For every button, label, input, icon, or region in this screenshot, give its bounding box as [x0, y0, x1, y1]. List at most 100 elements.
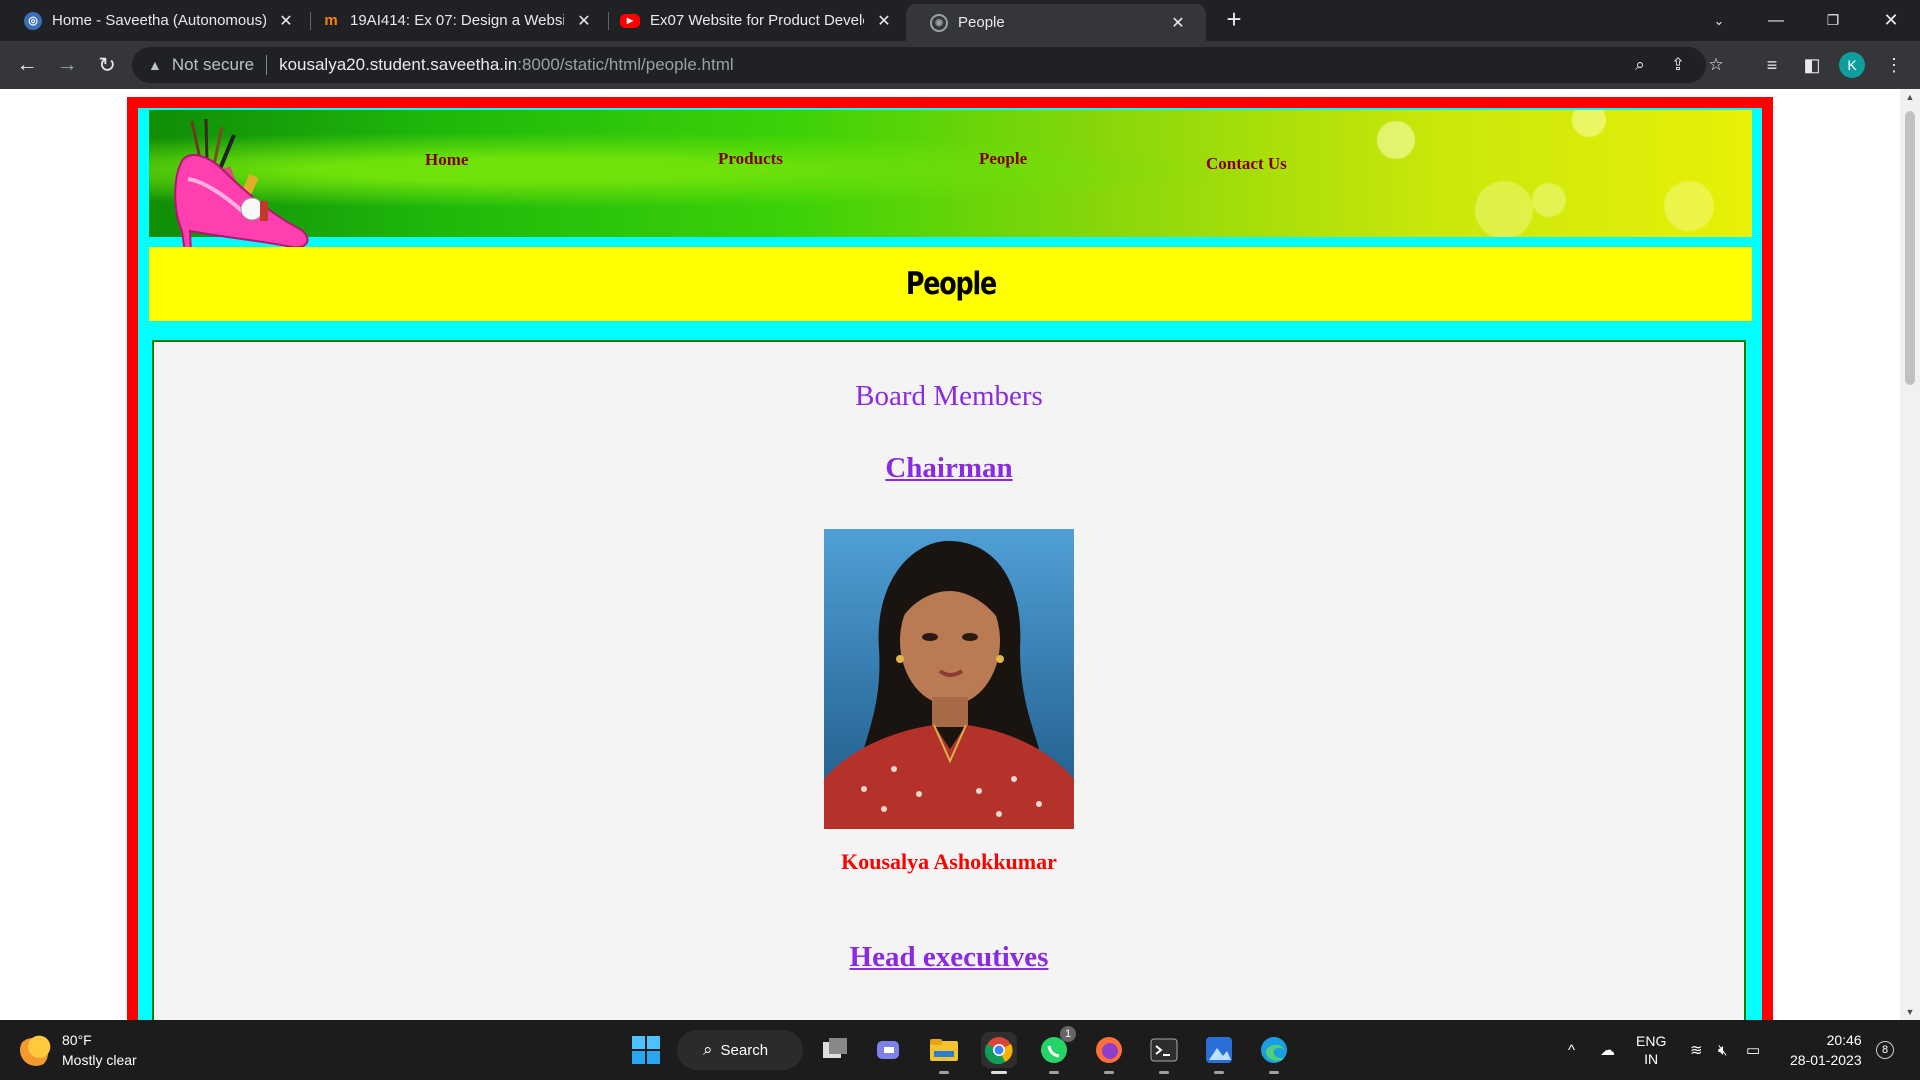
chairman-name: Kousalya Ashokkumar: [841, 849, 1057, 874]
nav-people-link[interactable]: People: [979, 149, 1027, 169]
scroll-down-icon[interactable]: ▼: [1900, 1004, 1920, 1020]
close-window-button[interactable]: ✕: [1866, 0, 1916, 41]
weather-widget[interactable]: 80°F Mostly clear: [20, 1030, 137, 1070]
close-tab-icon[interactable]: ✕: [276, 11, 296, 31]
scroll-thumb[interactable]: [1905, 111, 1915, 385]
restore-button[interactable]: ❐: [1808, 0, 1858, 41]
taskbar-search[interactable]: ⌕ Search: [677, 1030, 803, 1070]
battery-icon[interactable]: ▭: [1746, 1020, 1760, 1080]
tab-title: People: [958, 14, 1005, 31]
nav-contact-link[interactable]: Contact Us: [1206, 154, 1287, 174]
tab-youtube-ex07[interactable]: ▶ Ex07 Website for Product Develo ✕: [596, 0, 906, 41]
close-tab-icon[interactable]: ✕: [874, 11, 894, 31]
running-indicator: [1104, 1071, 1114, 1074]
tab-saveetha-home[interactable]: ◎ Home - Saveetha (Autonomous) ✕: [0, 0, 308, 41]
moodle-icon: m: [324, 12, 338, 29]
page-scrollbar[interactable]: ▲ ▼: [1900, 89, 1920, 1020]
zoom-icon[interactable]: ⌕: [1628, 53, 1652, 77]
people-content-panel: Board Members Chairman Kousalya Ashokkum…: [152, 340, 1746, 1020]
reading-list-icon[interactable]: ≡: [1758, 51, 1786, 79]
edge-icon[interactable]: [1256, 1032, 1292, 1074]
tab-strip: ◎ Home - Saveetha (Autonomous) ✕ m 19AI4…: [0, 0, 1920, 41]
reload-icon[interactable]: ↻: [93, 51, 121, 79]
page-viewport: Home Products People Contact Us People B…: [0, 89, 1900, 1020]
whatsapp-badge: 1: [1060, 1026, 1076, 1042]
nav-products-link[interactable]: Products: [718, 149, 783, 169]
notification-count: 8: [1876, 1041, 1894, 1059]
weather-temp: 80°F: [62, 1032, 92, 1048]
back-icon[interactable]: ←: [13, 51, 41, 79]
browser-toolbar: ← → ↻ ▲ Not secure kousalya20.student.sa…: [0, 41, 1920, 89]
onedrive-cloud-icon[interactable]: ☁: [1600, 1020, 1615, 1080]
windows-start-icon[interactable]: [628, 1032, 664, 1068]
search-label: Search: [720, 1041, 769, 1059]
running-indicator: [1269, 1071, 1279, 1074]
photos-icon[interactable]: [1201, 1032, 1237, 1074]
section-title: Board Members: [855, 380, 1043, 412]
address-bar[interactable]: ▲ Not secure kousalya20.student.saveetha…: [132, 47, 1724, 83]
header-banner: Home Products People Contact Us: [149, 110, 1752, 237]
task-view-icon[interactable]: [817, 1032, 853, 1068]
profile-avatar[interactable]: K: [1838, 51, 1866, 79]
share-icon[interactable]: ⇪: [1666, 53, 1690, 77]
saveetha-logo-icon: ◎: [24, 11, 42, 30]
whatsapp-icon[interactable]: 1: [1036, 1026, 1076, 1074]
nav-home-link[interactable]: Home: [425, 150, 468, 170]
url-path: :8000/static/html/people.html: [517, 55, 734, 74]
youtube-icon: ▶: [620, 13, 640, 28]
language-indicator[interactable]: ENG IN: [1636, 1020, 1666, 1080]
system-clock[interactable]: 20:46 28-01-2023: [1790, 1030, 1862, 1070]
chrome-icon[interactable]: [981, 1032, 1017, 1074]
show-hidden-icons[interactable]: ^: [1568, 1020, 1575, 1080]
tab-people[interactable]: ◉ People ✕: [906, 4, 1206, 41]
terminal-icon[interactable]: [1146, 1032, 1182, 1074]
windows-taskbar: 80°F Mostly clear ⌕ Search 1 ^ ☁ ENG IN …: [0, 1020, 1920, 1080]
menu-kebab-icon[interactable]: ⋮: [1880, 51, 1908, 79]
tab-title: Home - Saveetha (Autonomous): [52, 12, 266, 29]
close-tab-icon[interactable]: ✕: [1168, 13, 1188, 33]
new-tab-button[interactable]: +: [1222, 6, 1246, 32]
file-explorer-icon[interactable]: [926, 1032, 962, 1074]
clock-date: 28-01-2023: [1790, 1052, 1862, 1068]
teams-chat-icon[interactable]: [872, 1032, 908, 1068]
head-executives-heading-link[interactable]: Head executives: [154, 941, 1744, 974]
volume-muted-icon[interactable]: 🔇︎: [1718, 1020, 1727, 1080]
search-icon: ⌕: [703, 1040, 713, 1059]
bookmark-star-icon[interactable]: ☆: [1704, 53, 1728, 77]
tab-title: 19AI414: Ex 07: Design a Website: [350, 12, 564, 29]
chairman-heading-link[interactable]: Chairman: [154, 452, 1744, 485]
moon-weather-icon: [20, 1034, 52, 1066]
tab-title: Ex07 Website for Product Develo: [650, 12, 864, 29]
language-code: ENG: [1636, 1033, 1667, 1049]
notification-center[interactable]: 8: [1876, 1020, 1894, 1080]
profile-initial: K: [1839, 52, 1865, 78]
chairman-photo: [824, 529, 1074, 829]
title-bar: People: [149, 247, 1752, 321]
scroll-up-icon[interactable]: ▲: [1900, 89, 1920, 105]
address-divider: [266, 55, 268, 75]
compact-icon: [240, 197, 264, 221]
clock-time: 20:46: [1826, 1032, 1862, 1048]
close-tab-icon[interactable]: ✕: [574, 11, 594, 31]
running-indicator: [1214, 1071, 1224, 1074]
side-panel-icon[interactable]: ◧: [1798, 51, 1826, 79]
security-label[interactable]: Not secure: [172, 55, 254, 75]
firefox-icon[interactable]: [1091, 1032, 1127, 1074]
portrait-image: [824, 529, 1074, 829]
lipstick-icon: [260, 201, 268, 221]
wifi-icon[interactable]: ≋: [1690, 1020, 1703, 1080]
running-indicator: [1049, 1071, 1059, 1074]
forward-icon[interactable]: →: [53, 51, 81, 79]
running-indicator: [1159, 1071, 1169, 1074]
active-indicator: [991, 1071, 1007, 1074]
running-indicator: [939, 1071, 949, 1074]
page-title: People: [905, 266, 996, 302]
minimize-button[interactable]: —: [1751, 0, 1801, 41]
tab-search-icon[interactable]: ⌄: [1694, 0, 1744, 41]
globe-icon: ◉: [930, 13, 948, 32]
language-region: IN: [1644, 1051, 1659, 1067]
warning-icon[interactable]: ▲: [148, 57, 162, 73]
tab-moodle-ex07[interactable]: m 19AI414: Ex 07: Design a Website ✕: [298, 0, 606, 41]
url-host: kousalya20.student.saveetha.in: [279, 55, 518, 74]
weather-condition: Mostly clear: [62, 1052, 137, 1068]
